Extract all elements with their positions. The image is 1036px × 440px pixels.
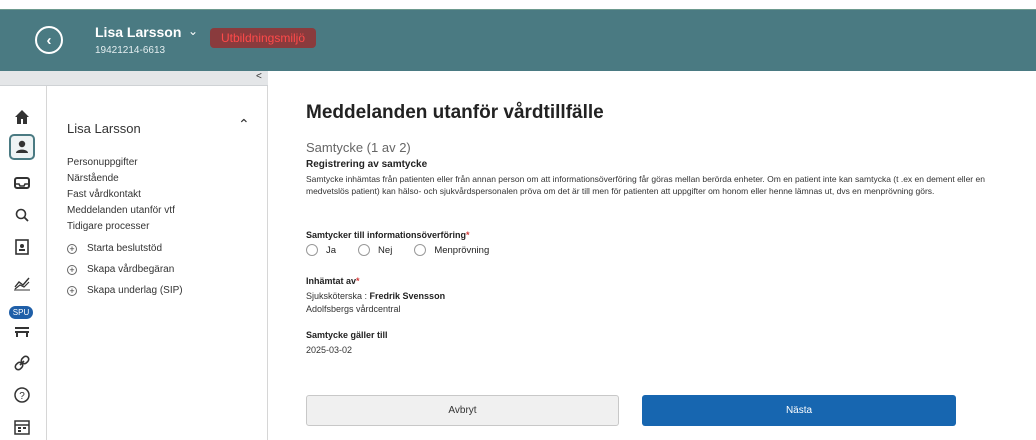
- sidebar-item-narstaende[interactable]: Närstående: [67, 173, 119, 184]
- chart-icon[interactable]: [9, 270, 35, 296]
- calendar-icon[interactable]: [9, 414, 35, 440]
- required-marker: *: [356, 276, 360, 286]
- chevron-down-icon[interactable]: ⌄: [188, 24, 198, 38]
- radio-ja[interactable]: [306, 244, 318, 256]
- radio-menprovning-label[interactable]: Menprövning: [434, 245, 489, 256]
- subheading: Registrering av samtycke: [306, 159, 428, 170]
- patient-name[interactable]: Lisa Larsson: [95, 24, 181, 40]
- action-starta-beslutstod[interactable]: + Starta beslutstöd: [67, 243, 162, 254]
- consent-options: Ja Nej Menprövning: [306, 244, 511, 256]
- sidebar-item-tidigare-processer[interactable]: Tidigare processer: [67, 221, 149, 232]
- plus-icon: +: [67, 285, 77, 296]
- patient-sidepanel: Lisa Larsson ⌃ Personuppgifter Närståend…: [48, 86, 268, 440]
- home-icon[interactable]: [9, 104, 35, 130]
- page-title: Meddelanden utanför vårdtillfälle: [306, 102, 604, 123]
- required-marker: *: [466, 230, 470, 240]
- patient-header: ‹ Lisa Larsson ⌄ 19421214-6613 Utbildnin…: [0, 9, 1036, 71]
- radio-menprovning[interactable]: [414, 244, 427, 256]
- action-skapa-vardbegaran[interactable]: + Skapa vårdbegäran: [67, 264, 174, 275]
- radio-ja-label[interactable]: Ja: [326, 245, 336, 256]
- bed-icon[interactable]: [9, 318, 35, 344]
- collected-by-label: Inhämtat av: [306, 276, 357, 286]
- collected-by-heading: Inhämtat av*: [306, 276, 360, 286]
- sidebar-item-meddelanden[interactable]: Meddelanden utanför vtf: [67, 205, 175, 216]
- cancel-button[interactable]: Avbryt: [306, 395, 619, 426]
- action-label: Skapa underlag (SIP): [87, 285, 183, 296]
- plus-icon: +: [67, 264, 77, 275]
- section-heading: Samtycke (1 av 2): [306, 140, 411, 155]
- svg-text:?: ?: [19, 391, 25, 402]
- collected-by-unit: Adolfsbergs vårdcentral: [306, 304, 401, 314]
- collected-by-name: Fredrik Svensson: [369, 291, 446, 301]
- inbox-icon[interactable]: [9, 170, 35, 196]
- action-label: Starta beslutstöd: [87, 243, 163, 254]
- sidebar-item-personuppgifter[interactable]: Personuppgifter: [67, 157, 138, 168]
- environment-badge: Utbildningsmiljö: [210, 28, 316, 48]
- consent-question: Samtycker till informationsöverföring*: [306, 230, 470, 240]
- plus-icon: +: [67, 243, 77, 254]
- sub-bar: <: [0, 71, 1036, 86]
- icon-sidebar: SPU ?: [0, 86, 47, 440]
- collected-by-role: Sjuksköterska : Fredrik Svensson: [306, 291, 445, 301]
- link-icon[interactable]: [9, 350, 35, 376]
- sidebar-item-fast-vardkontakt[interactable]: Fast vårdkontakt: [67, 189, 141, 200]
- radio-nej-label[interactable]: Nej: [378, 245, 392, 256]
- patient-id: 19421214-6613: [95, 45, 166, 56]
- sidepanel-title: Lisa Larsson: [67, 121, 141, 136]
- action-skapa-underlag[interactable]: + Skapa underlag (SIP): [67, 285, 183, 296]
- consent-question-label: Samtycker till informationsöverföring: [306, 230, 467, 240]
- collapse-sidebar-button[interactable]: <: [256, 71, 262, 82]
- app-frame: ‹ Lisa Larsson ⌄ 19421214-6613 Utbildnin…: [0, 0, 1036, 440]
- document-icon[interactable]: [9, 234, 35, 260]
- info-text: Samtycke inhämtas från patienten eller f…: [306, 174, 985, 196]
- next-button[interactable]: Nästa: [642, 395, 956, 426]
- chevron-up-icon[interactable]: ⌃: [238, 116, 250, 133]
- back-icon[interactable]: ‹: [35, 26, 63, 54]
- collected-by-role-label: Sjuksköterska :: [306, 291, 370, 301]
- action-label: Skapa vårdbegäran: [87, 264, 175, 275]
- valid-until-date: 2025-03-02: [306, 345, 353, 355]
- help-icon[interactable]: ?: [9, 382, 35, 408]
- valid-until-label: Samtycke gäller till: [306, 330, 388, 340]
- patient-icon[interactable]: [9, 134, 35, 160]
- search-icon[interactable]: [9, 202, 35, 228]
- sidebar-strip: [0, 71, 268, 86]
- main-content: Meddelanden utanför vårdtillfälle Samtyc…: [269, 86, 1036, 440]
- top-strip: [0, 0, 1036, 9]
- radio-nej[interactable]: [358, 244, 371, 256]
